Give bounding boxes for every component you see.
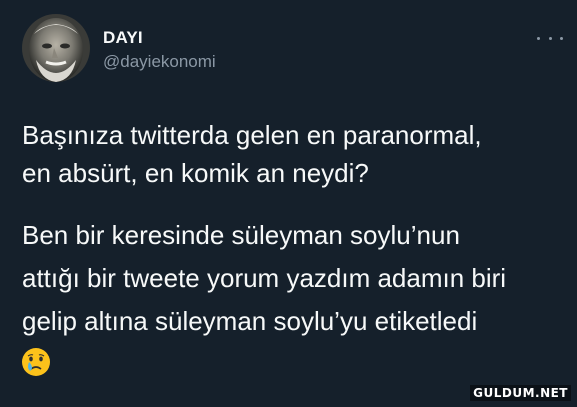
author-display-name[interactable]: DAYI bbox=[103, 28, 143, 48]
elderly-man-avatar-icon bbox=[22, 14, 90, 82]
author-handle[interactable]: @dayiekonomi bbox=[103, 52, 216, 72]
tweet-answer-text: Ben bir keresinde süleyman soylu’nun att… bbox=[22, 220, 507, 336]
avatar[interactable] bbox=[22, 14, 90, 82]
tweet-card: DAYI @dayiekonomi Başınıza twitterda gel… bbox=[0, 0, 577, 407]
more-options-icon[interactable] bbox=[537, 30, 563, 46]
watermark: GULDUM.NET bbox=[470, 385, 571, 401]
crying-face-emoji-icon bbox=[20, 346, 52, 378]
tweet-question-text: Başınıza twitterda gelen en paranormal, … bbox=[22, 120, 482, 188]
